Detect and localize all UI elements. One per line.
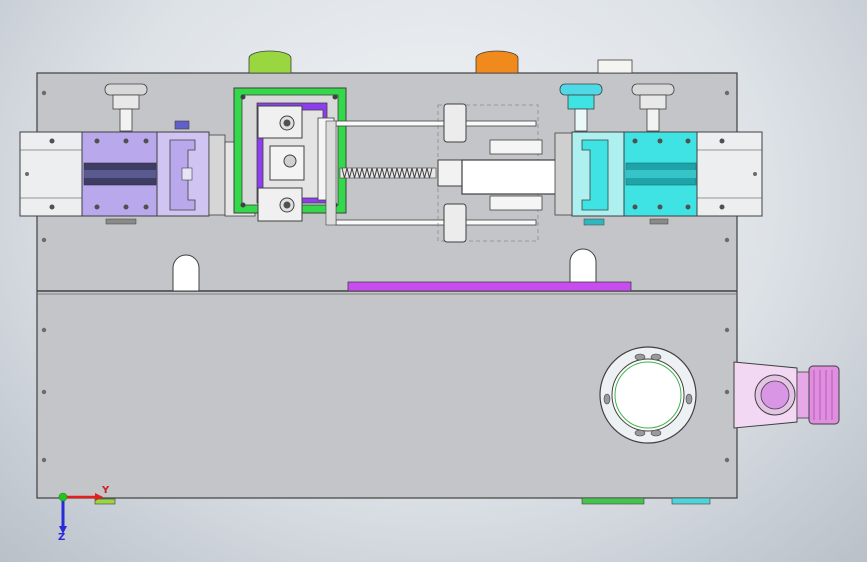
triad-y-label: Y bbox=[102, 485, 110, 496]
rotary-port[interactable] bbox=[599, 346, 697, 444]
right-slide-assembly[interactable] bbox=[554, 131, 763, 226]
white-block bbox=[597, 59, 633, 74]
coordinate-triad bbox=[58, 492, 103, 534]
left-slide-assembly[interactable] bbox=[19, 120, 256, 225]
model-drawing[interactable] bbox=[0, 0, 867, 562]
orange-knob bbox=[475, 50, 519, 74]
side-knob[interactable] bbox=[733, 361, 840, 429]
triad-z-label: Z bbox=[58, 532, 66, 543]
top-ports bbox=[248, 50, 633, 74]
green-knob bbox=[248, 50, 292, 74]
cad-graphics-viewport[interactable]: Y Z bbox=[0, 0, 867, 562]
lead-screw[interactable] bbox=[339, 167, 437, 179]
triad-origin bbox=[58, 492, 68, 502]
